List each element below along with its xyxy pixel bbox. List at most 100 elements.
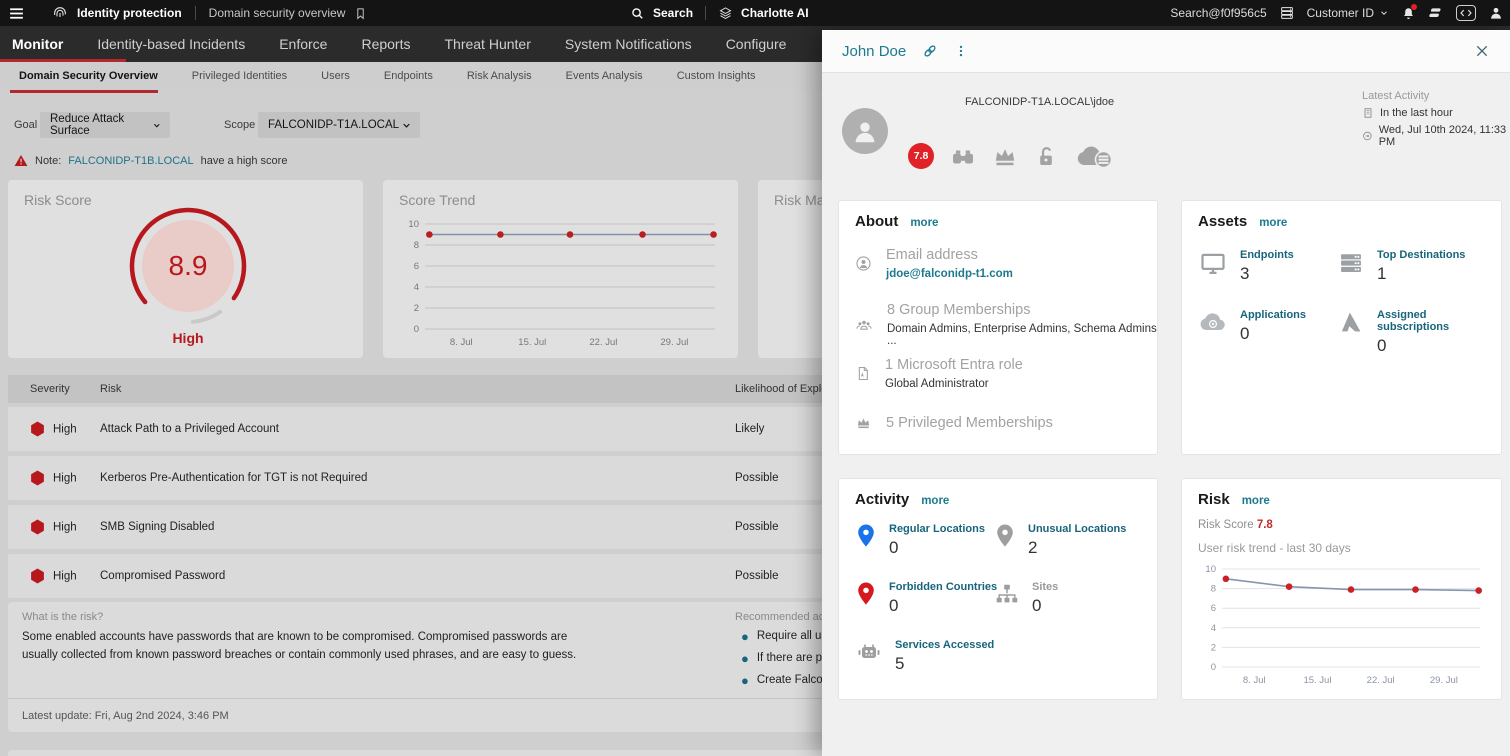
likelihood: Possible — [735, 570, 779, 582]
monitor-icon — [1198, 249, 1228, 277]
close-icon[interactable] — [1474, 43, 1490, 59]
unusual-locations-link[interactable]: Unusual Locations — [1028, 523, 1126, 535]
regular-locations-link[interactable]: Regular Locations — [889, 523, 985, 535]
svg-text:29. Jul: 29. Jul — [660, 337, 688, 348]
scope-select[interactable]: FALCONIDP-T1A.LOCAL — [258, 112, 420, 138]
nav-item-enforce[interactable]: Enforce — [279, 36, 327, 52]
bullet-icon: ● — [741, 651, 749, 666]
menu-icon[interactable] — [8, 5, 25, 22]
panel-user-name[interactable]: John Doe — [842, 43, 906, 60]
tab-privileged-identities[interactable]: Privileged Identities — [192, 70, 287, 82]
messages-icon[interactable] — [1428, 5, 1444, 21]
customer-id-dropdown[interactable]: Customer ID — [1307, 6, 1389, 20]
assigned-subscriptions-link[interactable]: Assigned subscriptions — [1377, 309, 1501, 333]
risk-card: Risk more Risk Score 7.8 User risk trend… — [1181, 478, 1502, 700]
search-icon — [630, 6, 645, 21]
svg-text:15. Jul: 15. Jul — [518, 337, 546, 348]
about-email-item: Email address jdoe@falconidp-t1.com — [855, 247, 1013, 280]
assigned-subscriptions-value: 0 — [1377, 336, 1387, 355]
risk-score-level: High — [172, 330, 204, 346]
document-icon — [855, 357, 871, 390]
latest-activity-block: Latest Activity In the last hour Wed, Ju… — [1362, 90, 1510, 148]
link-icon[interactable] — [922, 43, 938, 59]
nav-item-configure[interactable]: Configure — [726, 36, 787, 52]
tab-endpoints[interactable]: Endpoints — [384, 70, 433, 82]
activity-more-link[interactable]: more — [921, 495, 949, 507]
applications-link[interactable]: Applications — [1240, 309, 1306, 321]
tab-risk-analysis[interactable]: Risk Analysis — [467, 70, 532, 82]
group-icon — [855, 302, 873, 347]
groups-value: Domain Admins, Enterprise Admins, Schema… — [887, 323, 1157, 347]
nav-item-reports[interactable]: Reports — [361, 36, 410, 52]
about-more-link[interactable]: more — [910, 217, 938, 229]
user-risk-trend-chart: 0 2 4 6 8 10 8. Jul 15. Jul 22. Jul 29. Jul — [1192, 561, 1492, 689]
tab-users[interactable]: Users — [321, 70, 350, 82]
search-button[interactable]: Search — [653, 6, 693, 20]
entra-role-label: 1 Microsoft Entra role — [885, 357, 1023, 373]
activity-title: Activity — [855, 491, 910, 508]
host-group-icon[interactable] — [1279, 5, 1295, 21]
pin-blue-icon — [855, 523, 877, 549]
nav-item-system-notifications[interactable]: System Notifications — [565, 36, 692, 52]
pin-red-icon — [855, 581, 877, 607]
note-domain-link[interactable]: FALCONIDP-T1B.LOCAL — [68, 155, 193, 167]
risk-score-card: Risk Score 8.9 High — [8, 180, 363, 358]
email-link[interactable]: jdoe@falconidp-t1.com — [886, 268, 1013, 280]
severity-high-icon — [31, 421, 44, 437]
search-scope-label[interactable]: Search@f0f956c5 — [1170, 6, 1266, 20]
user-avatar-icon[interactable] — [1488, 5, 1504, 21]
privileged-memberships-label: 5 Privileged Memberships — [886, 415, 1053, 431]
severity-high-icon — [31, 568, 44, 584]
svg-text:29. Jul: 29. Jul — [1430, 675, 1458, 686]
forbidden-countries-value: 0 — [889, 596, 899, 615]
severity-high-icon — [31, 519, 44, 535]
user-risk-badge[interactable]: 7.8 — [908, 143, 934, 169]
charlotte-ai-button[interactable]: Charlotte AI — [741, 6, 809, 20]
top-destinations-value: 1 — [1377, 264, 1387, 283]
topbar-search-area: Search Charlotte AI — [630, 0, 809, 26]
api-code-icon[interactable] — [1456, 5, 1476, 21]
services-accessed-link[interactable]: Services Accessed — [895, 639, 994, 651]
risk-name: SMB Signing Disabled — [100, 521, 215, 533]
risk-score-number: 7.8 — [1256, 519, 1273, 531]
sites-label: Sites — [1032, 581, 1059, 593]
risk-description: Some enabled accounts have passwords tha… — [22, 631, 577, 662]
sitemap-icon — [994, 581, 1020, 607]
topbar-divider — [194, 6, 196, 20]
risk-name: Compromised Password — [100, 570, 226, 582]
tab-custom-insights[interactable]: Custom Insights — [677, 70, 756, 82]
recommended-actions-label: Recommended actio — [735, 611, 836, 623]
nav-item-threat-hunter[interactable]: Threat Hunter — [444, 36, 530, 52]
assets-more-link[interactable]: more — [1259, 217, 1287, 229]
likelihood: Possible — [735, 521, 779, 533]
severity-label: High — [53, 570, 77, 582]
tab-events-analysis[interactable]: Events Analysis — [566, 70, 643, 82]
goal-select[interactable]: Reduce Attack Surface — [40, 112, 170, 138]
forbidden-countries-link[interactable]: Forbidden Countries — [889, 581, 997, 593]
risk-more-link[interactable]: more — [1242, 495, 1270, 507]
notifications-bell-icon[interactable] — [1401, 3, 1417, 21]
bookmark-icon[interactable] — [354, 7, 367, 20]
top-destinations-link[interactable]: Top Destinations — [1377, 249, 1465, 261]
nav-item-identity-based-incidents[interactable]: Identity-based Incidents — [97, 36, 245, 52]
svg-text:10: 10 — [408, 219, 419, 230]
risk-score-card-title: Risk Score — [24, 192, 92, 208]
scope-label: Scope — [224, 119, 256, 131]
activity-regular-locations: Regular Locations 0 — [855, 523, 985, 558]
nav-item-monitor[interactable]: Monitor — [12, 36, 63, 52]
cloud-gear-icon — [1198, 309, 1228, 335]
breadcrumb[interactable]: Domain security overview — [209, 6, 346, 20]
tab-domain-security-overview[interactable]: Domain Security Overview — [19, 70, 158, 82]
latest-update-label: Latest update: Fri, Aug 2nd 2024, 3:46 P… — [22, 710, 229, 722]
risk-trend-label: User risk trend - last 30 days — [1198, 541, 1351, 555]
goal-label: Goal — [14, 119, 38, 131]
kebab-menu-icon[interactable] — [954, 43, 968, 59]
caret-down-icon — [1381, 11, 1387, 15]
severity-label: High — [53, 472, 77, 484]
sites-value: 0 — [1032, 596, 1042, 615]
risk-matrix-card-title: Risk Mat — [774, 192, 829, 208]
endpoints-link[interactable]: Endpoints — [1240, 249, 1294, 261]
svg-text:6: 6 — [414, 261, 419, 272]
user-domain-path: FALCONIDP-T1A.LOCAL\jdoe — [965, 96, 1115, 108]
latest-activity-label: Latest Activity — [1362, 90, 1430, 102]
